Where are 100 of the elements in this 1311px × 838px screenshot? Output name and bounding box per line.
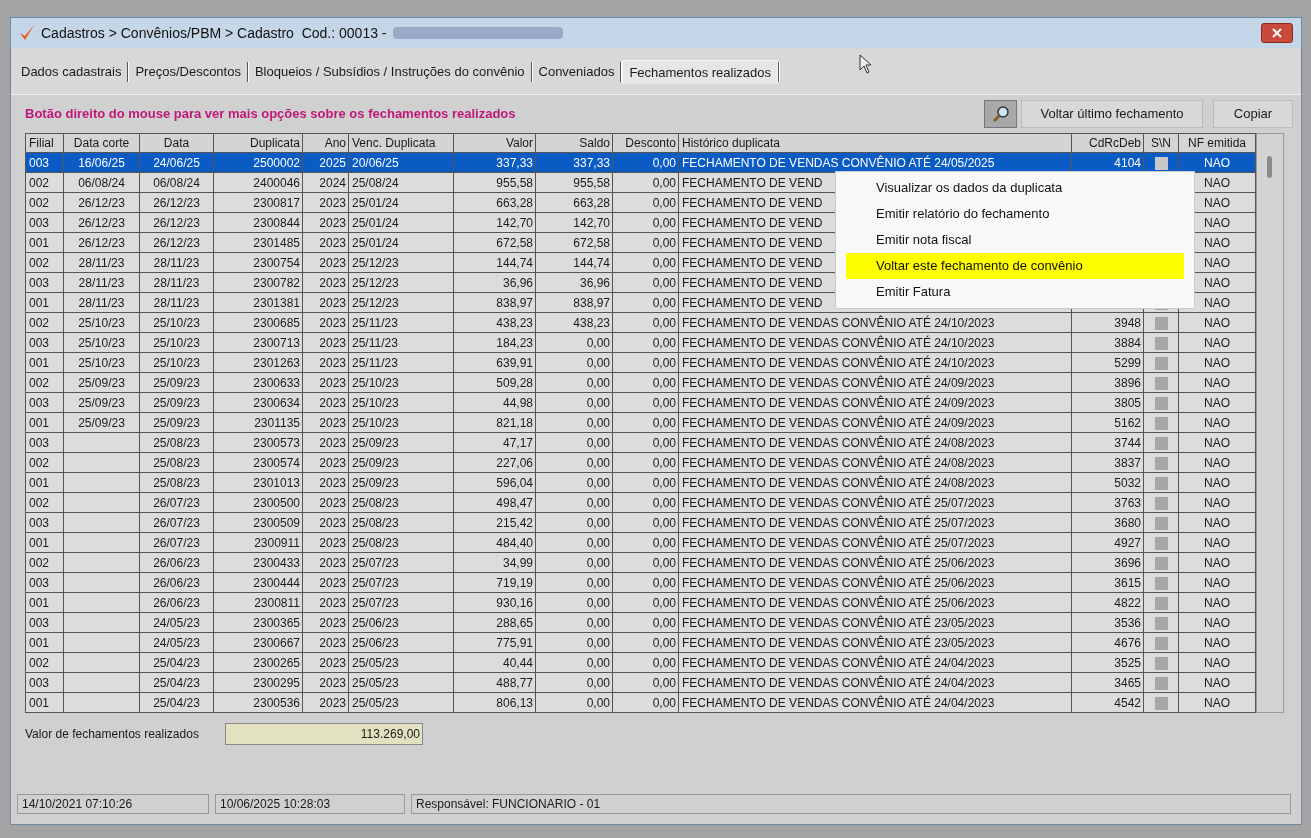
table-cell: 2023: [319, 315, 346, 330]
scrollbar[interactable]: [1256, 133, 1284, 713]
table-cell: 003: [29, 155, 50, 170]
table-row[interactable]: 003 24/05/23 2300365 2023 25/06/23 288,65 0,00 0,00 FECHAMENTO DE VENDAS CONVÊNIO ATÉ 23/05/2023 3536 NAO: [25, 612, 1256, 633]
table-cell: 002: [29, 195, 50, 210]
table-cell: 24/05/23: [153, 615, 200, 630]
table-row[interactable]: 001 26/06/23 2300811 2023 25/07/23 930,16 0,00 0,00 FECHAMENTO DE VENDAS CONVÊNIO ATÉ 25/06/2023 4822 NAO: [25, 592, 1256, 613]
table-row[interactable]: 002 26/06/23 2300433 2023 25/07/23 34,99 0,00 0,00 FECHAMENTO DE VENDAS CONVÊNIO ATÉ 25/06/2023 3696 NAO: [25, 552, 1256, 573]
table-cell: 001: [29, 295, 50, 310]
checkbox-icon: [1154, 696, 1168, 710]
table-cell: NAO: [1204, 575, 1230, 590]
table-row[interactable]: 003 25/10/23 25/10/23 2300713 2023 25/11/23 184,23 0,00 0,00 FECHAMENTO DE VENDAS CONVÊNIO ATÉ 24/10/2023 3884 NAO: [25, 332, 1256, 353]
table-cell: FECHAMENTO DE VENDAS CONVÊNIO ATÉ 24/10/2023: [682, 335, 995, 350]
table-cell: 2023: [319, 695, 346, 710]
table-row[interactable]: 001 26/07/23 2300911 2023 25/08/23 484,40 0,00 0,00 FECHAMENTO DE VENDAS CONVÊNIO ATÉ 25/07/2023 4927 NAO: [25, 532, 1256, 553]
table-cell: 3696: [1114, 555, 1141, 570]
table-row[interactable]: 001 24/05/23 2300667 2023 25/06/23 775,91 0,00 0,00 FECHAMENTO DE VENDAS CONVÊNIO ATÉ 23/05/2023 4676 NAO: [25, 632, 1256, 653]
table-row[interactable]: 003 26/07/23 2300509 2023 25/08/23 215,42 0,00 0,00 FECHAMENTO DE VENDAS CONVÊNIO ATÉ 25/07/2023 3680 NAO: [25, 512, 1256, 533]
table-cell: 001: [29, 695, 50, 710]
column-header[interactable]: Valor: [453, 133, 536, 153]
table-cell: 2301135: [254, 415, 300, 430]
table-cell: 955,58: [496, 175, 533, 190]
column-header[interactable]: Data: [139, 133, 214, 153]
column-header[interactable]: NF emitida: [1178, 133, 1256, 153]
checkbox-icon: [1154, 496, 1168, 510]
table-cell: 44,98: [502, 395, 533, 410]
table-cell: 002: [29, 255, 50, 270]
table-cell: 2023: [319, 295, 346, 310]
table-cell: 0,00: [652, 215, 676, 230]
table-row[interactable]: 001 25/04/23 2300536 2023 25/05/23 806,13 0,00 0,00 FECHAMENTO DE VENDAS CONVÊNIO ATÉ 24/04/2023 4542 NAO: [25, 692, 1256, 713]
table-cell: NAO: [1204, 515, 1230, 530]
column-header[interactable]: Ano: [302, 133, 349, 153]
table-row[interactable]: 003 26/06/23 2300444 2023 25/07/23 719,19 0,00 0,00 FECHAMENTO DE VENDAS CONVÊNIO ATÉ 25/06/2023 3615 NAO: [25, 572, 1256, 593]
table-cell: 2023: [319, 575, 346, 590]
table-row[interactable]: 001 25/10/23 25/10/23 2301263 2023 25/11/23 639,91 0,00 0,00 FECHAMENTO DE VENDAS CONVÊNIO ATÉ 24/10/2023 5299 NAO: [25, 352, 1256, 373]
table-cell: 0,00: [586, 335, 610, 350]
table-row[interactable]: 002 26/07/23 2300500 2023 25/08/23 498,47 0,00 0,00 FECHAMENTO DE VENDAS CONVÊNIO ATÉ 25/07/2023 3763 NAO: [25, 492, 1256, 513]
column-header[interactable]: S\N: [1143, 133, 1179, 153]
table-cell: 0,00: [652, 535, 676, 550]
table-cell: 24/06/25: [153, 155, 200, 170]
table-cell: 002: [29, 455, 50, 470]
table-cell: 28/11/23: [78, 275, 125, 290]
table-cell: NAO: [1204, 395, 1230, 410]
tab[interactable]: Conveniados: [532, 60, 621, 84]
table-cell: 25/09/23: [153, 375, 200, 390]
table-cell: 25/01/24: [352, 195, 399, 210]
table-row[interactable]: 002 25/09/23 25/09/23 2300633 2023 25/10/23 509,28 0,00 0,00 FECHAMENTO DE VENDAS CONVÊNIO ATÉ 24/09/2023 3896 NAO: [25, 372, 1256, 393]
menu-item[interactable]: Voltar este fechamento de convênio: [846, 253, 1184, 279]
table-cell: 26/12/23: [153, 195, 200, 210]
table-row[interactable]: 001 25/08/23 2301013 2023 25/09/23 596,04 0,00 0,00 FECHAMENTO DE VENDAS CONVÊNIO ATÉ 24/08/2023 5032 NAO: [25, 472, 1256, 493]
table-cell: 3680: [1114, 515, 1141, 530]
table-row[interactable]: 001 25/09/23 25/09/23 2301135 2023 25/10/23 821,18 0,00 0,00 FECHAMENTO DE VENDAS CONVÊNIO ATÉ 24/09/2023 5162 NAO: [25, 412, 1256, 433]
tab[interactable]: Fechamentos realizados: [622, 60, 779, 84]
column-header[interactable]: Duplicata: [213, 133, 303, 153]
table-cell: 003: [29, 615, 50, 630]
table-row[interactable]: 003 25/09/23 25/09/23 2300634 2023 25/10/23 44,98 0,00 0,00 FECHAMENTO DE VENDAS CONVÊNIO ATÉ 24/09/2023 3805 NAO: [25, 392, 1256, 413]
column-header[interactable]: Data corte: [63, 133, 140, 153]
column-header[interactable]: Venc. Duplicata: [348, 133, 454, 153]
table-cell: 0,00: [586, 575, 610, 590]
column-header[interactable]: Desconto: [612, 133, 679, 153]
table-cell: FECHAMENTO DE VENDAS CONVÊNIO ATÉ 25/06/2023: [682, 555, 995, 570]
table-cell: NAO: [1204, 355, 1230, 370]
table-cell: 26/12/23: [78, 195, 125, 210]
tab[interactable]: Bloqueios / Subsídios / Instruções do convênio: [248, 60, 531, 84]
table-cell: 2023: [319, 615, 346, 630]
table-cell: 0,00: [586, 415, 610, 430]
table-cell: 25/10/23: [153, 315, 200, 330]
table-cell: 0,00: [586, 395, 610, 410]
scrollbar-thumb[interactable]: [1267, 156, 1272, 178]
table-cell: 26/06/23: [153, 575, 200, 590]
close-button[interactable]: [1261, 23, 1293, 43]
tab[interactable]: Preços/Descontos: [129, 60, 247, 84]
table-cell: 0,00: [586, 655, 610, 670]
table-cell: 001: [29, 235, 50, 250]
table-cell: NAO: [1204, 375, 1230, 390]
table-cell: 142,70: [573, 215, 610, 230]
table-row[interactable]: 002 25/10/23 25/10/23 2300685 2023 25/11/23 438,23 438,23 0,00 FECHAMENTO DE VENDAS CONVÊNIO ATÉ 24/10/2023 3948 NAO: [25, 312, 1256, 333]
table-cell: FECHAMENTO DE VENDAS CONVÊNIO ATÉ 24/05/2025: [682, 155, 995, 170]
table-cell: 2301013: [253, 475, 300, 490]
table-row[interactable]: 003 25/04/23 2300295 2023 25/05/23 488,77 0,00 0,00 FECHAMENTO DE VENDAS CONVÊNIO ATÉ 24/04/2023 3465 NAO: [25, 672, 1256, 693]
action-button[interactable]: Copiar: [1213, 100, 1293, 128]
tab[interactable]: Dados cadastrais: [15, 60, 128, 84]
table-cell: 2023: [319, 635, 346, 650]
column-header[interactable]: Saldo: [535, 133, 613, 153]
search-button[interactable]: [984, 100, 1017, 128]
table-cell: 337,33: [496, 155, 533, 170]
table-cell: 144,74: [573, 255, 610, 270]
checkbox-icon: [1154, 456, 1168, 470]
table-cell: 24/05/23: [153, 635, 200, 650]
column-header[interactable]: Histórico duplicata: [678, 133, 1072, 153]
table-row[interactable]: 002 25/08/23 2300574 2023 25/09/23 227,06 0,00 0,00 FECHAMENTO DE VENDAS CONVÊNIO ATÉ 24/08/2023 3837 NAO: [25, 452, 1256, 473]
table-cell: FECHAMENTO DE VENDAS CONVÊNIO ATÉ 24/09/2023: [682, 395, 995, 410]
table-cell: 4104: [1114, 155, 1141, 170]
action-button[interactable]: Voltar último fechamento: [1021, 100, 1203, 128]
checkbox-icon: [1154, 576, 1168, 590]
column-header[interactable]: Filial: [25, 133, 64, 153]
column-header[interactable]: CdRcDeb: [1071, 133, 1144, 153]
table-row[interactable]: 002 25/04/23 2300265 2023 25/05/23 40,44 0,00 0,00 FECHAMENTO DE VENDAS CONVÊNIO ATÉ 24/04/2023 3525 NAO: [25, 652, 1256, 673]
table-row[interactable]: 003 25/08/23 2300573 2023 25/09/23 47,17 0,00 0,00 FECHAMENTO DE VENDAS CONVÊNIO ATÉ 24/08/2023 3744 NAO: [25, 432, 1256, 453]
table-row[interactable]: 003 16/06/25 24/06/25 2500002 2025 20/06/25 337,33 337,33 0,00 FECHAMENTO DE VENDAS CONVÊNIO ATÉ 24/05/2025 4104 NAO: [25, 152, 1256, 173]
